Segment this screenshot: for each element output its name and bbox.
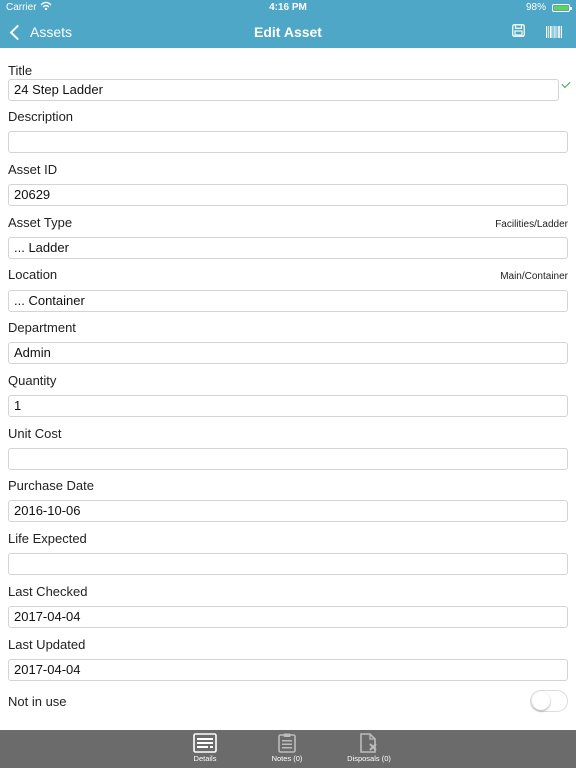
tab-details[interactable]: Details <box>165 730 245 768</box>
location-input[interactable]: ... Container <box>8 290 568 312</box>
tab-notes-label: Notes (0) <box>271 754 303 763</box>
asset-id-label: Asset ID <box>8 162 58 177</box>
location-hint: Main/Container <box>500 271 568 282</box>
quantity-label: Quantity <box>8 373 57 388</box>
not-in-use-label: Not in use <box>8 694 67 709</box>
barcode-icon <box>546 26 562 38</box>
battery-icon <box>552 4 572 12</box>
chevron-left-icon <box>9 24 26 40</box>
tab-disposals[interactable]: Disposals (0) <box>329 730 409 768</box>
tab-bar: Details Notes (0) Disposals (0) <box>0 730 576 768</box>
description-label: Description <box>8 109 74 124</box>
life-expected-label: Life Expected <box>8 531 87 546</box>
department-label: Department <box>8 320 76 335</box>
purchase-date-input[interactable]: 2016-10-06 <box>8 500 568 522</box>
asset-id-input[interactable]: 20629 <box>8 184 568 206</box>
barcode-button[interactable] <box>546 25 562 38</box>
edit-asset-form: Title 24 Step Ladder Description Asset I… <box>0 48 576 730</box>
tab-disposals-label: Disposals (0) <box>347 754 391 763</box>
back-button-label: Assets <box>30 24 73 40</box>
clock: 4:16 PM <box>269 2 307 13</box>
navigation-bar: Assets Edit Asset <box>0 16 576 48</box>
description-input[interactable] <box>8 131 568 153</box>
quantity-input[interactable]: 1 <box>8 395 568 417</box>
disposal-icon <box>360 733 377 753</box>
last-checked-label: Last Checked <box>8 584 88 599</box>
battery-percent: 98% <box>525 2 546 13</box>
unit-cost-input[interactable] <box>8 448 568 470</box>
battery-level <box>554 6 568 10</box>
asset-type-label: Asset Type <box>8 215 73 230</box>
page-title: Edit Asset <box>254 24 322 40</box>
tab-notes[interactable]: Notes (0) <box>247 730 327 768</box>
save-button[interactable] <box>512 24 525 37</box>
asset-type-input[interactable]: ... Ladder <box>8 237 568 259</box>
title-label: Title <box>8 63 33 78</box>
checkmark-icon <box>561 78 571 89</box>
asset-type-hint: Facilities/Ladder <box>495 219 568 230</box>
title-input[interactable]: 24 Step Ladder <box>8 79 559 101</box>
location-label: Location <box>8 267 58 282</box>
save-icon <box>512 24 525 37</box>
status-bar: Carrier 4:16 PM 98% <box>0 0 576 16</box>
life-expected-input[interactable] <box>8 553 568 575</box>
last-checked-input[interactable]: 2017-04-04 <box>8 606 568 628</box>
last-updated-label: Last Updated <box>8 637 86 652</box>
details-icon <box>193 733 217 753</box>
not-in-use-toggle[interactable] <box>530 690 568 712</box>
last-updated-input[interactable]: 2017-04-04 <box>8 659 568 681</box>
tab-details-label: Details <box>193 754 217 763</box>
back-button[interactable]: Assets <box>8 23 72 41</box>
department-input[interactable]: Admin <box>8 342 568 364</box>
unit-cost-label: Unit Cost <box>8 426 62 441</box>
purchase-date-label: Purchase Date <box>8 478 94 493</box>
clipboard-icon <box>278 733 296 753</box>
toggle-knob <box>532 692 550 710</box>
